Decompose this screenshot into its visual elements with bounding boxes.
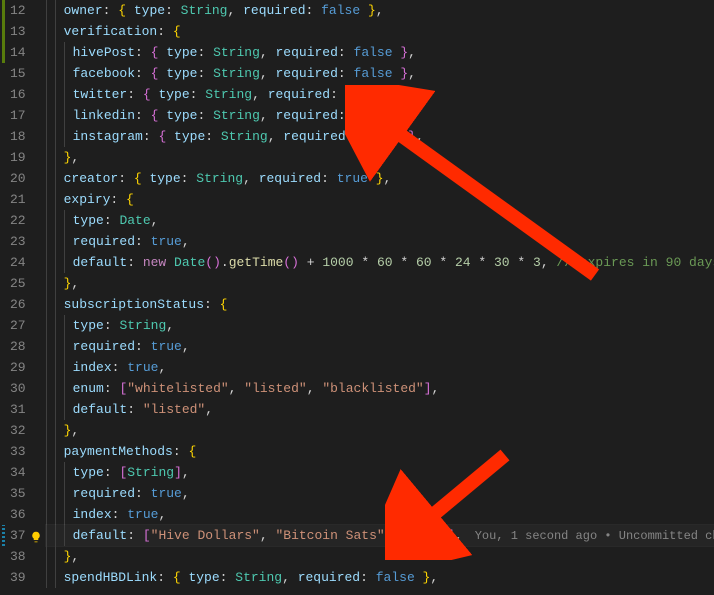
line-number: 24 <box>10 252 26 273</box>
code-line-current[interactable]: default: ["Hive Dollars", "Bitcoin Sats"… <box>46 525 714 546</box>
code-line[interactable]: required: true, <box>46 336 714 357</box>
line-number: 20 <box>10 168 26 189</box>
code-line[interactable]: linkedin: { type: String, required: fals… <box>46 105 714 126</box>
code-line[interactable]: enum: ["whitelisted", "listed", "blackli… <box>46 378 714 399</box>
line-number: 28 <box>10 336 26 357</box>
line-number: 32 <box>10 420 26 441</box>
line-number: 29 <box>10 357 26 378</box>
line-number: 18 <box>10 126 26 147</box>
line-number: 14 <box>10 42 26 63</box>
code-line[interactable]: paymentMethods: { <box>46 441 714 462</box>
code-line[interactable]: }, <box>46 420 714 441</box>
line-number: 38 <box>10 546 26 567</box>
line-number: 21 <box>10 189 26 210</box>
code-line[interactable]: instagram: { type: String, required: fal… <box>46 126 714 147</box>
line-number: 27 <box>10 315 26 336</box>
git-blame-lens[interactable]: You, 1 second ago • Uncommitted changes <box>463 529 714 543</box>
line-number: 16 <box>10 84 26 105</box>
line-number: 35 <box>10 483 26 504</box>
line-number: 37 <box>10 525 26 546</box>
line-number: 15 <box>10 63 26 84</box>
line-number: 12 <box>10 0 26 21</box>
code-line[interactable]: type: String, <box>46 315 714 336</box>
line-number: 30 <box>10 378 26 399</box>
code-line[interactable]: }, <box>46 147 714 168</box>
code-line[interactable]: spendHBDLink: { type: String, required: … <box>46 567 714 588</box>
code-line[interactable]: required: true, <box>46 483 714 504</box>
code-line[interactable]: default: "listed", <box>46 399 714 420</box>
code-line[interactable]: type: Date, <box>46 210 714 231</box>
code-line[interactable]: twitter: { type: String, required: false… <box>46 84 714 105</box>
git-modified-indicator <box>2 525 5 546</box>
code-line[interactable]: }, <box>46 273 714 294</box>
code-line[interactable]: required: true, <box>46 231 714 252</box>
line-number: 19 <box>10 147 26 168</box>
code-line[interactable]: owner: { type: String, required: false }… <box>46 0 714 21</box>
code-line[interactable]: index: true, <box>46 357 714 378</box>
code-line[interactable]: creator: { type: String, required: true … <box>46 168 714 189</box>
code-line[interactable]: }, <box>46 546 714 567</box>
code-line[interactable]: expiry: { <box>46 189 714 210</box>
line-number: 23 <box>10 231 26 252</box>
line-number: 13 <box>10 21 26 42</box>
line-number: 17 <box>10 105 26 126</box>
line-number: 25 <box>10 273 26 294</box>
code-line[interactable]: verification: { <box>46 21 714 42</box>
line-number: 31 <box>10 399 26 420</box>
git-change-indicator <box>2 0 5 63</box>
line-number: 26 <box>10 294 26 315</box>
line-number: 39 <box>10 567 26 588</box>
code-editor[interactable]: 1213141516171819202122232425262728293031… <box>0 0 714 595</box>
line-number: 34 <box>10 462 26 483</box>
line-number-gutter: 1213141516171819202122232425262728293031… <box>0 0 44 595</box>
line-number: 33 <box>10 441 26 462</box>
line-number: 36 <box>10 504 26 525</box>
code-line[interactable]: default: new Date().getTime() + 1000 * 6… <box>46 252 714 273</box>
code-area[interactable]: owner: { type: String, required: false }… <box>44 0 714 595</box>
code-line[interactable]: type: [String], <box>46 462 714 483</box>
line-number: 22 <box>10 210 26 231</box>
lightbulb-icon[interactable] <box>30 529 42 541</box>
code-line[interactable]: hivePost: { type: String, required: fals… <box>46 42 714 63</box>
code-line[interactable]: facebook: { type: String, required: fals… <box>46 63 714 84</box>
code-line[interactable]: subscriptionStatus: { <box>46 294 714 315</box>
code-line[interactable]: index: true, <box>46 504 714 525</box>
